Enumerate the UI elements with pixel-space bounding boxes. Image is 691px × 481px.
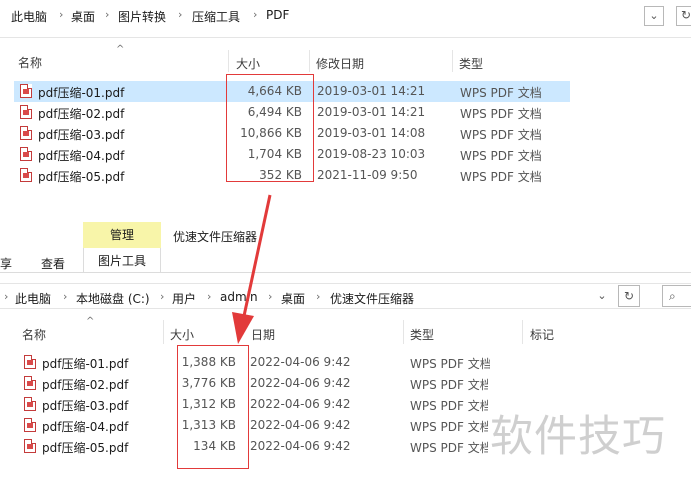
watermark: 软件技巧 [490, 412, 666, 462]
arrow-head [232, 312, 254, 344]
arrow-shaft [242, 194, 272, 317]
